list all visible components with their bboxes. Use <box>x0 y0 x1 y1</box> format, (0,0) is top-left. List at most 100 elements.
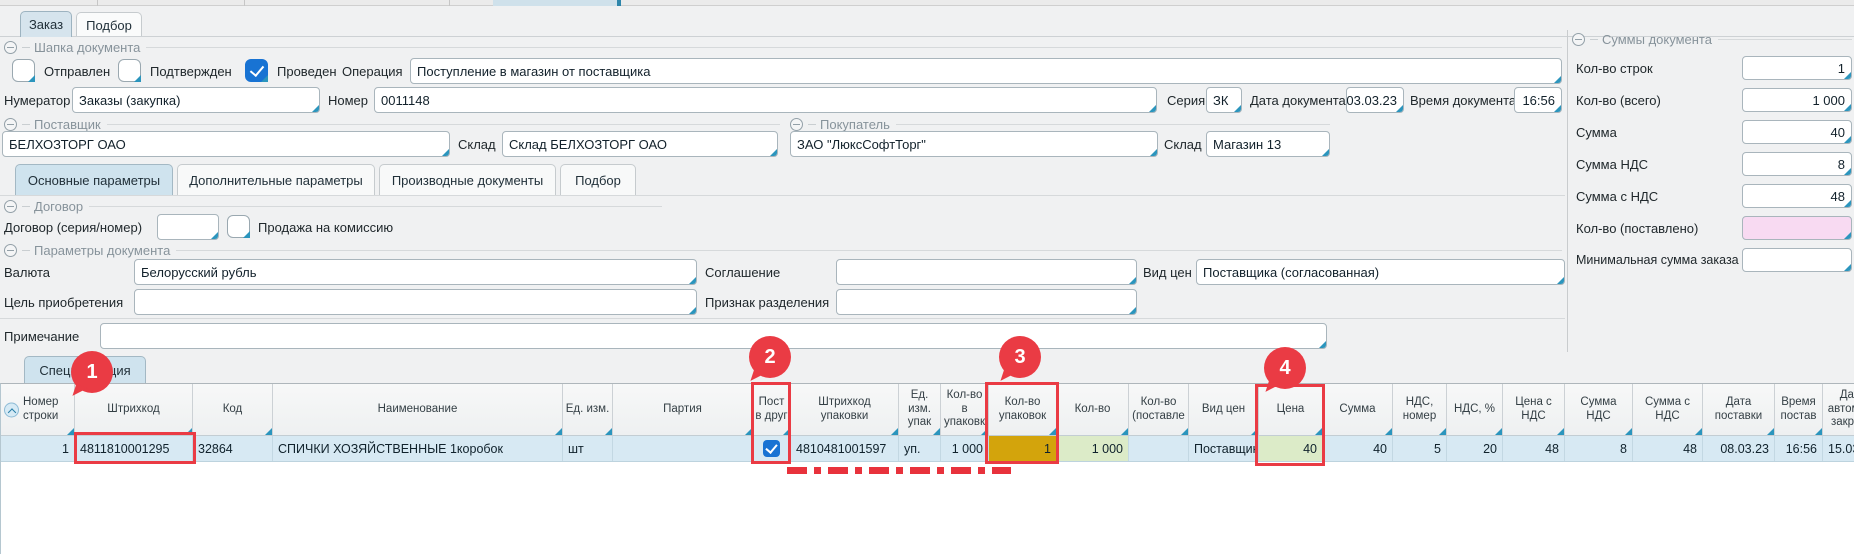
col-header-line-number[interactable]: Номер строки <box>1 384 75 435</box>
division-field[interactable] <box>836 289 1137 315</box>
col-header-vat-percent[interactable]: НДС, % <box>1447 384 1503 435</box>
confirmed-checkbox[interactable] <box>118 59 141 82</box>
totals-sum-field[interactable]: 40 <box>1742 120 1852 144</box>
series-field[interactable]: ЗК <box>1206 87 1242 113</box>
col-header-delivery-date[interactable]: Дата поставки <box>1703 384 1775 435</box>
col-header-price-with-vat[interactable]: Цена с НДС <box>1503 384 1565 435</box>
agreement-field[interactable] <box>836 259 1137 285</box>
cell-pack-unit[interactable]: уп. <box>899 436 941 461</box>
col-header-code[interactable]: Код <box>193 384 273 435</box>
collapse-icon[interactable] <box>790 118 803 131</box>
contract-serial-field[interactable] <box>157 214 219 240</box>
sort-icon[interactable] <box>4 402 19 417</box>
buyer-warehouse-field[interactable]: Магазин 13 <box>1206 131 1330 157</box>
tab-order[interactable]: Заказ <box>20 11 72 37</box>
cell-unit[interactable]: шт <box>563 436 613 461</box>
col-header-auto-close-date[interactable]: Дата автомати закрыти <box>1823 384 1854 435</box>
subtab-extra-params[interactable]: Дополнительные параметры <box>177 164 375 195</box>
cell-price-type[interactable]: Поставщика <box>1189 436 1259 461</box>
posted-checkbox[interactable] <box>245 59 268 82</box>
collapse-icon[interactable] <box>1572 33 1585 46</box>
cell-auto-close-date[interactable]: 15.03.23 <box>1823 436 1854 461</box>
annotation-badge-2: 2 <box>749 336 791 378</box>
cell-name[interactable]: СПИЧКИ ХОЗЯЙСТВЕННЫЕ 1коробок <box>273 436 563 461</box>
totals-vat-field[interactable]: 8 <box>1742 152 1852 176</box>
subtab-derived-docs[interactable]: Производные документы <box>379 164 556 195</box>
cell-sum-with-vat[interactable]: 48 <box>1633 436 1703 461</box>
top-strip-tick <box>617 0 621 6</box>
collapse-icon[interactable] <box>4 200 17 213</box>
group-contract: Договор <box>4 199 662 213</box>
totals-label-sum-with-vat: Сумма с НДС <box>1576 189 1658 204</box>
confirmed-label: Подтвержден <box>150 64 232 79</box>
col-header-pack-barcode[interactable]: Штрихкод упаковки <box>791 384 899 435</box>
cell-vat-sum[interactable]: 8 <box>1565 436 1633 461</box>
cell-vat-percent[interactable]: 20 <box>1447 436 1503 461</box>
cell-line-number[interactable]: 1 <box>1 436 75 461</box>
cell-code[interactable]: 32864 <box>193 436 273 461</box>
subtab-selection[interactable]: Подбор <box>560 164 636 195</box>
annotation-rect-1 <box>74 432 196 464</box>
totals-rows-field[interactable]: 1 <box>1742 56 1852 80</box>
col-header-delivery-time[interactable]: Время постав <box>1775 384 1823 435</box>
commission-checkbox[interactable] <box>227 215 250 238</box>
col-header-qty[interactable]: Кол-во <box>1057 384 1129 435</box>
cell-delivery-time[interactable]: 16:56 <box>1775 436 1823 461</box>
cell-pack-barcode[interactable]: 4810481001597 <box>791 436 899 461</box>
totals-sum-with-vat-field[interactable]: 48 <box>1742 184 1852 208</box>
operation-label: Операция <box>342 64 403 79</box>
collapse-icon[interactable] <box>4 244 17 257</box>
col-header-pack-unit[interactable]: Ед. изм. упак <box>899 384 941 435</box>
col-header-qty-in-pack[interactable]: Кол-во в упаковк <box>941 384 989 435</box>
doc-date-field[interactable]: 03.03.23 <box>1346 87 1404 113</box>
contract-serial-label: Договор (серия/номер) <box>4 220 142 235</box>
table-header-row: Номер строки Штрихкод Код Наименование Е… <box>1 384 1854 436</box>
cell-batch[interactable] <box>613 436 753 461</box>
col-header-qty-delivered[interactable]: Кол-во (поставле <box>1129 384 1189 435</box>
annotation-badge-3: 3 <box>999 336 1041 378</box>
col-header-sum[interactable]: Сумма <box>1323 384 1393 435</box>
note-field[interactable] <box>100 323 1327 349</box>
cell-qty-delivered[interactable] <box>1129 436 1189 461</box>
series-label: Серия <box>1167 93 1205 108</box>
col-header-unit[interactable]: Ед. изм. <box>563 384 613 435</box>
tab-selection[interactable]: Подбор <box>76 12 142 37</box>
cell-qty-in-pack[interactable]: 1 000 <box>941 436 989 461</box>
supplier-warehouse-field[interactable]: Склад БЕЛХОЗТОРГ ОАО <box>502 131 778 157</box>
sent-checkbox[interactable] <box>12 59 35 82</box>
price-type-field[interactable]: Поставщика (согласованная) <box>1196 259 1565 285</box>
buyer-title: Покупатель <box>820 117 896 132</box>
collapse-icon[interactable] <box>4 118 17 131</box>
annotation-dash-line <box>787 467 1011 474</box>
col-header-vat-number[interactable]: НДС, номер <box>1393 384 1447 435</box>
cell-qty[interactable]: 1 000 <box>1057 436 1129 461</box>
cell-delivery-date[interactable]: 08.03.23 <box>1703 436 1775 461</box>
col-header-sum-with-vat[interactable]: Сумма с НДС <box>1633 384 1703 435</box>
col-header-price-type[interactable]: Вид цен <box>1189 384 1259 435</box>
totals-qty-delivered-field[interactable] <box>1742 216 1852 240</box>
table-row[interactable]: 1 4811810001295 32864 СПИЧКИ ХОЗЯЙСТВЕНН… <box>1 436 1854 462</box>
totals-label-min-order: Минимальная сумма заказа <box>1576 253 1739 267</box>
col-header-name[interactable]: Наименование <box>273 384 563 435</box>
cell-vat-number[interactable]: 5 <box>1393 436 1447 461</box>
col-header-batch[interactable]: Партия <box>613 384 753 435</box>
supplier-field[interactable]: БЕЛХОЗТОРГ ОАО <box>2 131 450 157</box>
numerator-field[interactable]: Заказы (закупка) <box>72 87 320 113</box>
group-totals: Суммы документа <box>1572 32 1852 46</box>
subtab-main-params[interactable]: Основные параметры <box>15 164 173 195</box>
cell-sum[interactable]: 40 <box>1323 436 1393 461</box>
annotation-badge-4: 4 <box>1264 347 1306 389</box>
currency-field[interactable]: Белорусский рубль <box>134 259 697 285</box>
doc-time-field[interactable]: 16:56 <box>1514 87 1562 113</box>
number-field[interactable]: 0011148 <box>374 87 1157 113</box>
totals-label-vat: Сумма НДС <box>1576 157 1648 172</box>
totals-qty-total-field[interactable]: 1 000 <box>1742 88 1852 112</box>
totals-min-order-field[interactable] <box>1742 248 1852 272</box>
collapse-icon[interactable] <box>4 41 17 54</box>
operation-field[interactable]: Поступление в магазин от поставщика <box>410 58 1562 84</box>
col-header-vat-sum[interactable]: Сумма НДС <box>1565 384 1633 435</box>
purpose-field[interactable] <box>134 289 697 315</box>
cell-price-with-vat[interactable]: 48 <box>1503 436 1565 461</box>
doc-params-title: Параметры документа <box>34 243 176 258</box>
buyer-field[interactable]: ЗАО "ЛюксСофтТорг" <box>790 131 1158 157</box>
